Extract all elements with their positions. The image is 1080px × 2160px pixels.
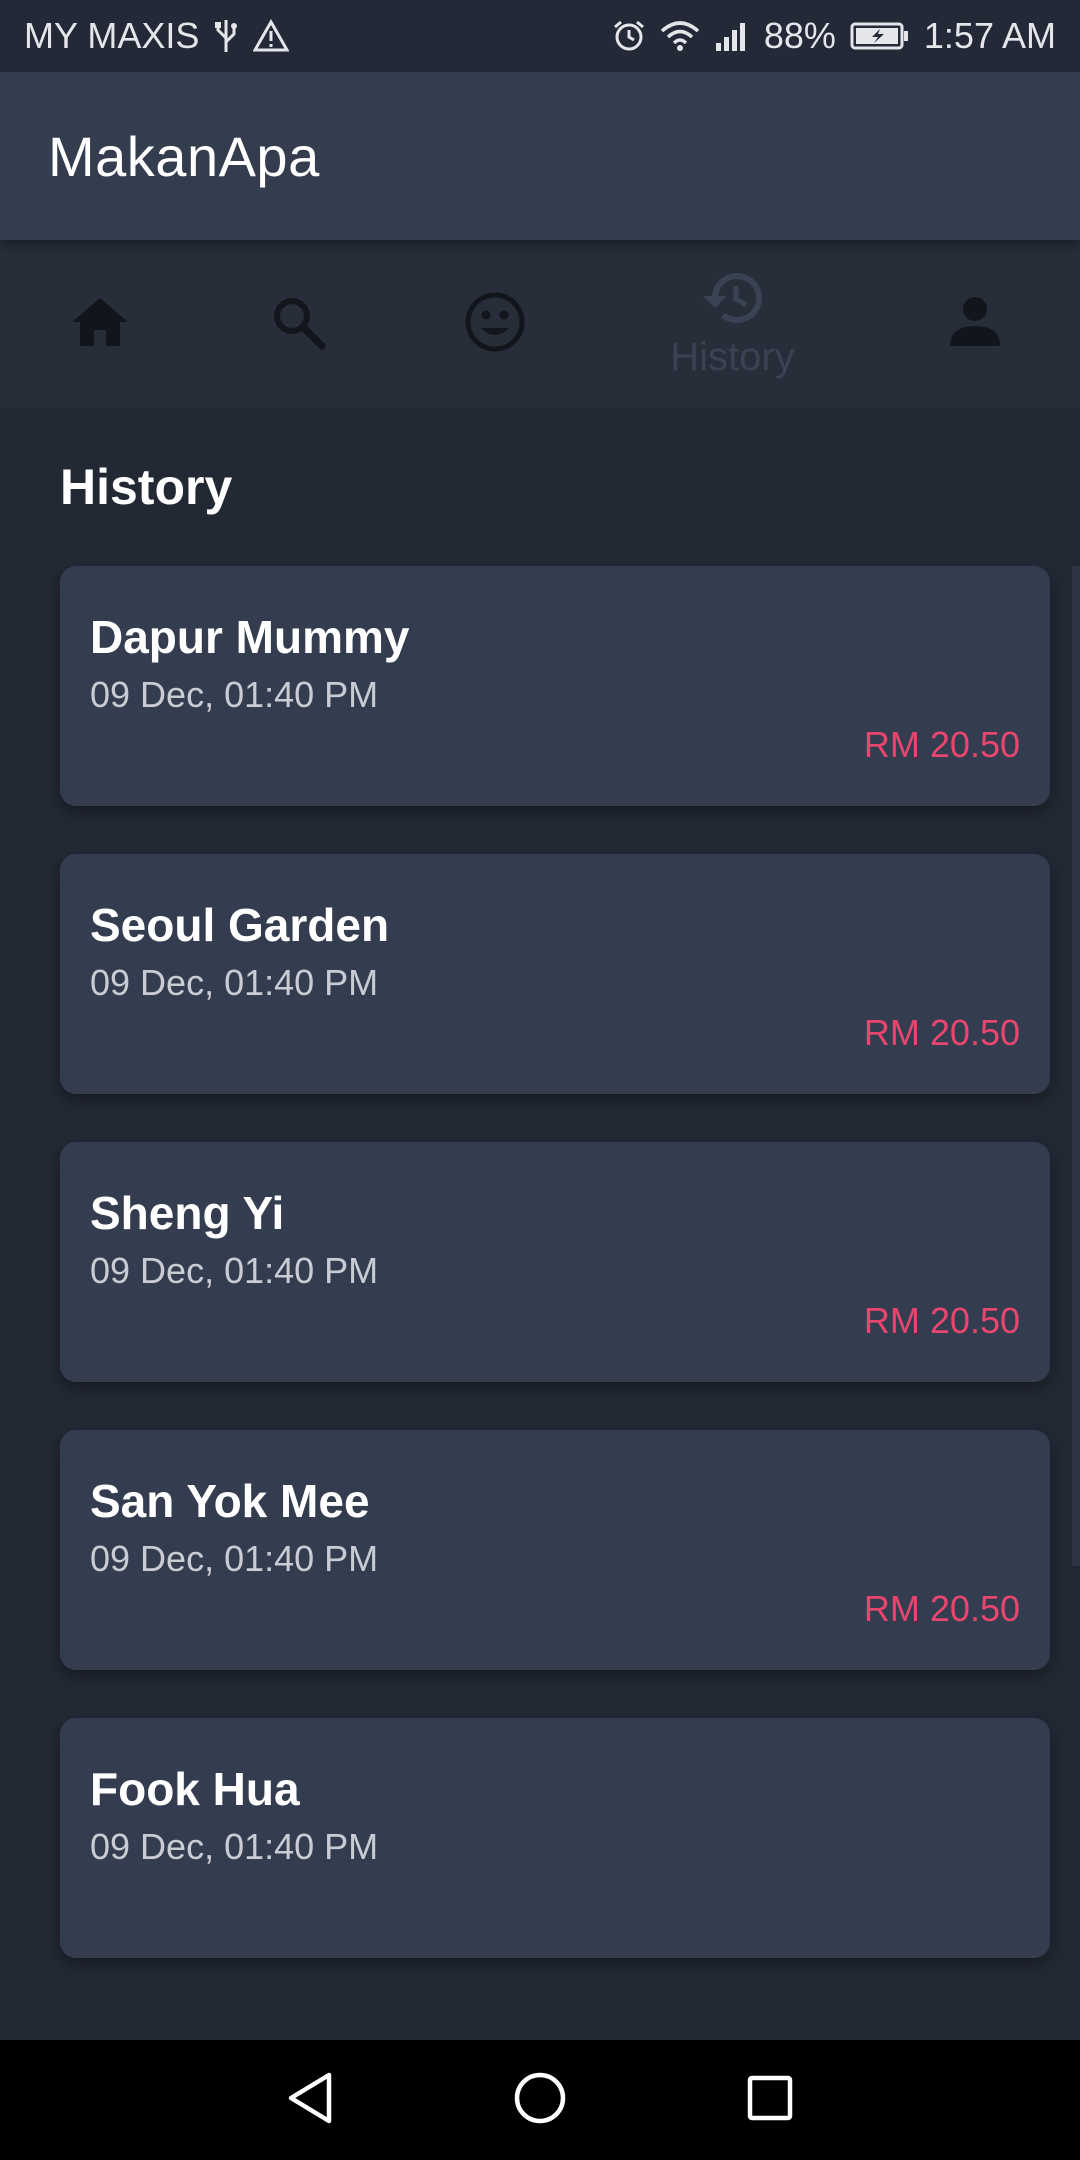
person-icon [947, 294, 1003, 355]
recents-button[interactable] [730, 2060, 810, 2140]
section-title: History [60, 459, 233, 515]
history-card[interactable]: Fook Hua 09 Dec, 01:40 PM [60, 1718, 1050, 1958]
system-nav-bar [0, 2040, 1080, 2160]
order-price: RM 20.50 [863, 1588, 1020, 1629]
order-date: 09 Dec, 01:40 PM [90, 1538, 379, 1579]
back-icon [285, 2071, 335, 2130]
search-icon [270, 294, 326, 355]
app-bar: MakanApa [0, 72, 1080, 240]
history-list[interactable]: Dapur Mummy 09 Dec, 01:40 PM RM 20.50 Se… [0, 566, 1080, 2038]
tab-history-label: History [670, 335, 795, 379]
order-price: RM 20.50 [863, 1300, 1020, 1341]
recents-icon [746, 2074, 794, 2127]
tab-history[interactable]: History [595, 240, 870, 408]
alarm-icon [612, 19, 646, 53]
history-card[interactable]: Dapur Mummy 09 Dec, 01:40 PM RM 20.50 [60, 566, 1050, 806]
battery-percent: 88% [763, 15, 836, 56]
signal-icon [714, 21, 750, 51]
carrier-label: MY MAXIS [24, 15, 200, 56]
history-card[interactable]: Sheng Yi 09 Dec, 01:40 PM RM 20.50 [60, 1142, 1050, 1382]
restaurant-name: Seoul Garden [90, 899, 390, 951]
smiley-icon [463, 290, 527, 359]
order-price: RM 20.50 [863, 724, 1020, 765]
order-price: RM 20.50 [863, 1012, 1020, 1053]
order-date: 09 Dec, 01:40 PM [90, 1826, 379, 1867]
history-card[interactable]: Seoul Garden 09 Dec, 01:40 PM RM 20.50 [60, 854, 1050, 1094]
status-bar: MY MAXIS 88% 1:57 AM [0, 0, 1080, 72]
home-nav-button[interactable] [500, 2060, 580, 2140]
tab-mood[interactable] [395, 240, 595, 408]
warning-icon [253, 19, 290, 53]
tab-search[interactable] [200, 240, 395, 408]
battery-charging-icon [850, 21, 910, 51]
restaurant-name: Sheng Yi [90, 1187, 285, 1239]
usb-icon [213, 18, 239, 54]
home-circle-icon [513, 2071, 567, 2130]
app-title: MakanApa [48, 124, 320, 188]
back-button[interactable] [270, 2060, 350, 2140]
restaurant-name: Dapur Mummy [90, 611, 410, 663]
tab-home[interactable] [0, 240, 200, 408]
restaurant-name: San Yok Mee [90, 1475, 370, 1527]
history-card[interactable]: San Yok Mee 09 Dec, 01:40 PM RM 20.50 [60, 1430, 1050, 1670]
history-page: History Dapur Mummy 09 Dec, 01:40 PM RM … [0, 408, 1080, 2040]
order-date: 09 Dec, 01:40 PM [90, 674, 379, 715]
wifi-icon [660, 19, 700, 53]
restaurant-name: Fook Hua [90, 1763, 300, 1815]
order-date: 09 Dec, 01:40 PM [90, 1250, 379, 1291]
home-icon [70, 294, 130, 355]
status-left: MY MAXIS [24, 15, 290, 57]
status-right: 88% 1:57 AM [612, 15, 1056, 57]
clock: 1:57 AM [923, 15, 1056, 56]
scrollbar[interactable] [1072, 566, 1080, 1566]
history-icon [701, 268, 765, 333]
tab-bar: History [0, 240, 1080, 408]
history-list-clip: Dapur Mummy 09 Dec, 01:40 PM RM 20.50 Se… [0, 566, 1080, 2038]
order-date: 09 Dec, 01:40 PM [90, 962, 379, 1003]
tab-profile[interactable] [870, 240, 1080, 408]
